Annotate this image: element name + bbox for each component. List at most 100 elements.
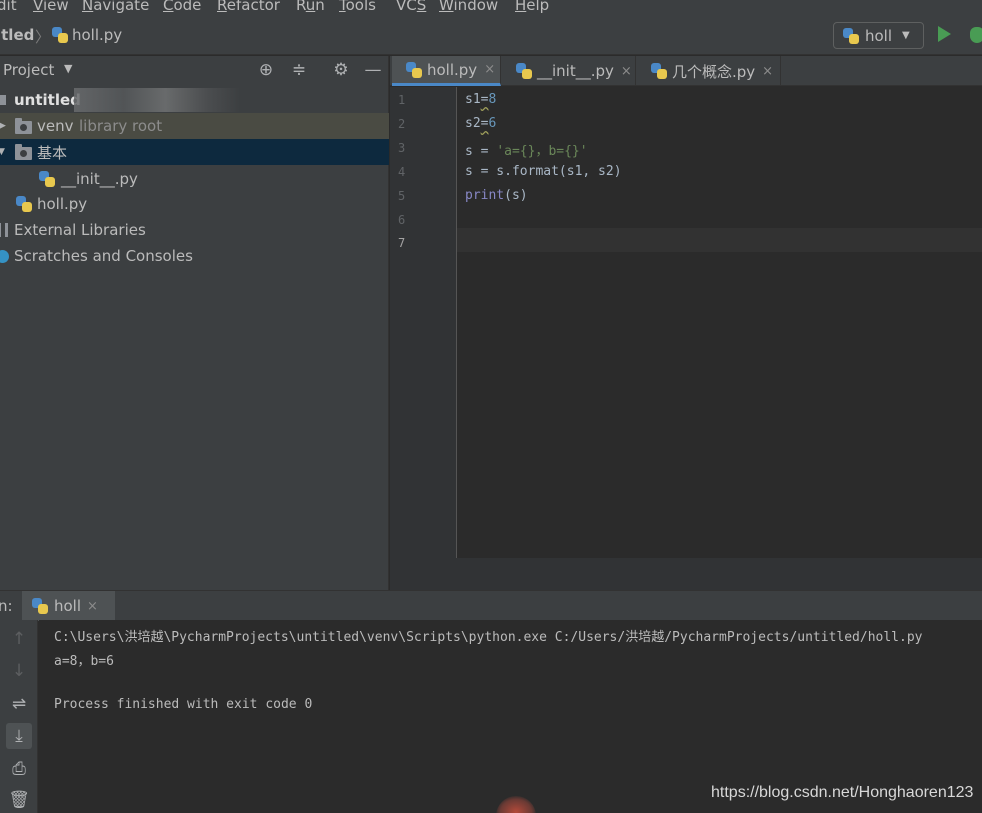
python-file-icon <box>406 61 422 78</box>
breadcrumb-separator: 〉 <box>35 28 51 46</box>
run-toolbar: ↑ ↓ ⇌ ⤓ ⎙ 🗑 <box>0 620 38 813</box>
menu-run[interactable]: Run <box>296 0 325 14</box>
breadcrumb-file[interactable]: holl.py <box>52 26 122 44</box>
menu-help[interactable]: Help <box>515 0 549 14</box>
editor-tab-bar: holl.py × __init__.py × 几个概念.py × <box>390 56 982 86</box>
console-line: Process finished with exit code 0 <box>54 697 313 712</box>
run-tab-holl[interactable]: holl × <box>22 591 115 621</box>
gutter-divider <box>456 87 457 558</box>
line-number: 6 <box>398 213 406 227</box>
menu-navigate[interactable]: Navigate <box>82 0 149 14</box>
menu-window[interactable]: Window <box>439 0 498 14</box>
menu-edit[interactable]: dit <box>0 0 17 14</box>
scroll-to-end-icon[interactable]: ⤓ <box>6 723 32 749</box>
project-panel-header: Project ▼ ⊕ ≑ ⚙ — <box>0 56 389 84</box>
soft-wrap-icon[interactable]: ⇌ <box>6 691 32 717</box>
code-line[interactable]: print(s) <box>465 188 528 203</box>
chevron-down-icon: ▼ <box>902 30 910 41</box>
menu-tools[interactable]: Tools <box>339 0 376 14</box>
run-configuration-label: holl <box>865 26 893 45</box>
tree-item-label: 基本 <box>37 143 68 162</box>
tree-item-init-py[interactable]: __init__.py <box>0 166 389 192</box>
project-panel-title[interactable]: Project <box>3 61 54 79</box>
line-number: 1 <box>398 93 406 107</box>
module-icon <box>0 95 6 105</box>
editor-footer <box>390 558 982 590</box>
tab-label: holl.py <box>427 60 478 79</box>
line-number-gutter <box>390 87 456 558</box>
watermark: https://blog.csdn.net/Honghaoren123 <box>711 784 974 801</box>
menu-vcs[interactable]: VCS <box>396 0 426 14</box>
current-line-highlight <box>457 228 982 252</box>
menu-refactor[interactable]: Refactor <box>217 0 280 14</box>
line-number: 2 <box>398 117 406 131</box>
tab-label: 几个概念.py <box>672 62 756 81</box>
close-icon[interactable]: × <box>621 64 632 79</box>
code-line[interactable]: s2=6 <box>465 116 496 131</box>
line-number: 7 <box>398 236 406 250</box>
python-file-icon <box>52 27 68 43</box>
tree-item-label: holl.py <box>37 195 88 213</box>
run-icon[interactable] <box>938 26 951 42</box>
run-panel-header: n: holl × <box>0 590 982 621</box>
library-icon <box>0 223 8 237</box>
tree-item-label: __init__.py <box>61 170 138 188</box>
project-panel: Project ▼ ⊕ ≑ ⚙ — untitled ▶ venv librar… <box>0 56 389 590</box>
collapse-all-icon[interactable]: ≑ <box>289 60 309 80</box>
minimize-icon[interactable]: — <box>363 60 383 80</box>
chevron-down-icon[interactable]: ▼ <box>0 147 5 157</box>
tree-item-jiben[interactable]: ▼ 基本 <box>0 139 389 165</box>
package-icon <box>15 144 32 160</box>
tab-holl-py[interactable]: holl.py × <box>392 56 501 86</box>
tree-item-external-libraries[interactable]: External Libraries <box>0 217 389 243</box>
chevron-down-icon[interactable]: ▼ <box>64 62 72 75</box>
run-configuration-select[interactable]: holl ▼ <box>833 22 924 49</box>
close-icon[interactable]: × <box>484 62 495 77</box>
chevron-right-icon[interactable]: ▶ <box>0 121 6 131</box>
console-line: C:\Users\洪培越\PycharmProjects\untitled\ve… <box>54 630 923 645</box>
tree-item-scratches[interactable]: Scratches and Consoles <box>0 243 389 269</box>
breadcrumb-file-label: holl.py <box>72 26 123 44</box>
tab-label: __init__.py <box>537 62 614 80</box>
tree-item-holl-py[interactable]: holl.py <box>0 191 389 217</box>
tree-item-label: External Libraries <box>14 221 146 239</box>
print-icon[interactable]: ⎙ <box>6 756 32 782</box>
code-line[interactable]: s1=8 <box>465 92 496 107</box>
menu-code[interactable]: Code <box>163 0 201 14</box>
tab-jige-gainian-py[interactable]: 几个概念.py × <box>637 56 781 86</box>
line-number: 5 <box>398 189 406 203</box>
close-icon[interactable]: × <box>87 599 98 614</box>
locate-icon[interactable]: ⊕ <box>256 60 276 80</box>
python-file-icon <box>39 171 55 187</box>
code-line[interactable]: s = s.format(s1, s2) <box>465 164 622 179</box>
arrow-up-icon[interactable]: ↑ <box>6 626 32 652</box>
run-tab-label: holl <box>54 597 82 615</box>
code-editor[interactable]: 1 2 3 4 5 6 7 s1=8 s2=6 s = 'a={}，b={}' … <box>390 87 982 558</box>
tree-item-label: venv <box>37 117 74 135</box>
line-number: 3 <box>398 141 406 155</box>
tree-item-venv[interactable]: ▶ venv library root <box>0 113 389 139</box>
tree-item-label: untitled <box>14 91 81 109</box>
close-icon[interactable]: × <box>762 64 773 79</box>
tree-item-label: Scratches and Consoles <box>14 247 193 265</box>
python-file-icon <box>516 63 532 79</box>
code-line[interactable]: s = 'a={}，b={}' <box>465 140 588 159</box>
debug-icon[interactable] <box>970 27 982 43</box>
run-panel-label: n: <box>0 597 13 615</box>
menu-bar: dit View Navigate Code Refactor Run Tool… <box>0 0 982 17</box>
trash-icon[interactable]: 🗑 <box>6 787 32 813</box>
python-file-icon <box>16 196 32 212</box>
python-icon <box>843 27 859 44</box>
console-line: a=8，b=6 <box>54 654 114 669</box>
python-file-icon <box>651 63 667 79</box>
breadcrumb-project[interactable]: itled <box>0 26 34 44</box>
tab-init-py[interactable]: __init__.py × <box>502 56 636 86</box>
gear-icon[interactable]: ⚙ <box>331 60 351 80</box>
line-number: 4 <box>398 165 406 179</box>
tree-item-suffix: library root <box>79 117 163 135</box>
menu-view[interactable]: View <box>33 0 69 14</box>
navigation-bar: itled 〉 holl.py holl ▼ <box>0 17 982 55</box>
scratches-icon <box>0 250 9 263</box>
python-icon <box>32 598 48 614</box>
arrow-down-icon[interactable]: ↓ <box>6 658 32 684</box>
